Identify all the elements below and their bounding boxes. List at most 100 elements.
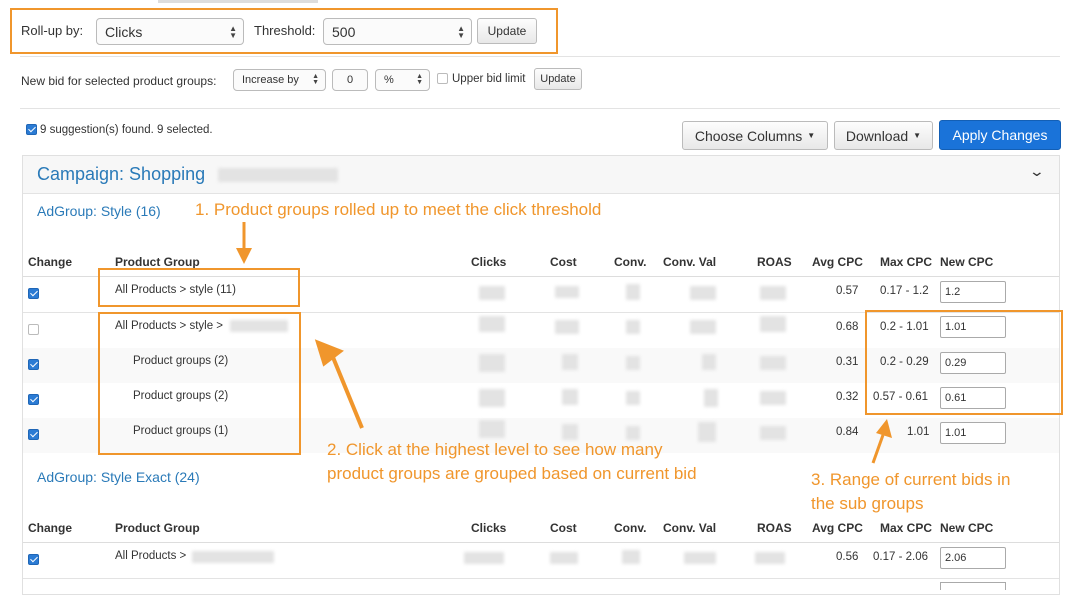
caret-down-icon: ▼ [807, 131, 816, 140]
redacted-value [760, 316, 786, 332]
avg-cpc-cell: 0.57 [836, 285, 859, 297]
avg-cpc-cell: 0.56 [836, 551, 859, 563]
caret-down-icon: ▼ [913, 131, 922, 140]
rollup-row-highlight-box [98, 268, 300, 307]
redacted-value [760, 391, 786, 405]
new-cpc-input[interactable] [940, 281, 1006, 303]
redacted-value [555, 320, 579, 334]
col-new-cpc: New CPC [940, 255, 994, 269]
partial-input [940, 582, 1006, 590]
col-conv: Conv. [614, 255, 647, 269]
choose-columns-button[interactable]: Choose Columns ▼ [682, 121, 828, 150]
new-cpc-input[interactable] [940, 547, 1006, 569]
select-all-checkbox[interactable] [26, 124, 37, 135]
annotation-2: 2. Click at the highest level to see how… [327, 438, 697, 486]
apply-changes-button[interactable]: Apply Changes [939, 120, 1061, 150]
redacted-value [690, 320, 716, 334]
newbid-mode-select[interactable]: Increase by ▲ ▼ [233, 69, 326, 91]
top-scroll-remnant [158, 0, 318, 3]
row-checkbox[interactable] [28, 288, 39, 299]
newbid-amount-value: 0 [346, 74, 354, 86]
divider [20, 56, 1060, 57]
redacted-campaign-name [218, 168, 338, 182]
redacted-value [192, 551, 274, 563]
bid-range-highlight-box [865, 310, 1063, 415]
download-label: Download [845, 127, 909, 144]
col-clicks: Clicks [471, 521, 507, 535]
redacted-value [479, 389, 505, 407]
annotation-3-line-1: 3. Range of current bids in [811, 470, 1011, 489]
col-avg-cpc: Avg CPC [812, 521, 863, 535]
max-cpc-cell: 1.01 [907, 426, 930, 438]
redacted-value [626, 320, 640, 334]
upper-bid-limit-checkbox[interactable] [437, 73, 448, 84]
col-cost: Cost [550, 255, 577, 269]
col-new-cpc: New CPC [940, 521, 994, 535]
select-arrows-icon: ▲ ▼ [416, 73, 423, 86]
col-product-group: Product Group [115, 255, 200, 269]
redacted-value [760, 426, 786, 440]
redacted-value [626, 391, 640, 405]
redacted-value [690, 286, 716, 300]
row-divider [23, 578, 1059, 579]
col-max-cpc: Max CPC [880, 255, 933, 269]
newbid-amount-input[interactable]: 0 [332, 69, 368, 91]
newbid-unit-select[interactable]: % ▲ ▼ [375, 69, 430, 91]
avg-cpc-cell: 0.68 [836, 321, 859, 333]
col-conv-val: Conv. Val [663, 521, 717, 535]
row-checkbox[interactable] [28, 359, 39, 370]
max-cpc-cell: 0.17 - 1.2 [880, 285, 929, 297]
campaign-title[interactable]: Campaign: Shopping [37, 164, 205, 185]
newbid-update-button[interactable]: Update [534, 68, 582, 90]
subgroups-highlight-box [98, 312, 301, 455]
download-button[interactable]: Download ▼ [834, 121, 933, 150]
avg-cpc-cell: 0.84 [836, 426, 859, 438]
adgroup-title[interactable]: AdGroup: Style Exact (24) [37, 469, 200, 485]
redacted-value [479, 286, 505, 300]
max-cpc-cell: 0.17 - 2.06 [873, 551, 928, 563]
newbid-unit-value: % [384, 74, 394, 86]
redacted-value [760, 286, 786, 300]
row-checkbox[interactable] [28, 394, 39, 405]
col-change: Change [28, 521, 73, 535]
redacted-value [562, 389, 578, 405]
col-max-cpc: Max CPC [880, 521, 933, 535]
collapse-chevron-icon[interactable]: ⌄ [1029, 163, 1045, 180]
redacted-value [626, 284, 640, 300]
col-conv: Conv. [614, 521, 647, 535]
newbid-mode-value: Increase by [242, 74, 299, 86]
redacted-value [626, 356, 640, 370]
avg-cpc-cell: 0.31 [836, 356, 859, 368]
redacted-value [555, 286, 579, 298]
redacted-value [562, 354, 578, 370]
suggestions-count: 9 suggestion(s) found. 9 selected. [40, 124, 213, 136]
col-clicks: Clicks [471, 255, 507, 269]
adgroup-title[interactable]: AdGroup: Style (16) [37, 203, 161, 219]
redacted-value [479, 354, 505, 372]
annotation-2-line-1: 2. Click at the highest level to see how… [327, 440, 663, 459]
product-group-cell[interactable]: All Products > [115, 550, 186, 562]
col-conv-val: Conv. Val [663, 255, 717, 269]
row-checkbox[interactable] [28, 429, 39, 440]
annotation-3-line-2: the sub groups [811, 494, 924, 513]
row-checkbox[interactable] [28, 324, 39, 335]
redacted-value [479, 316, 505, 332]
choose-columns-label: Choose Columns [694, 127, 803, 144]
col-product-group: Product Group [115, 521, 200, 535]
col-avg-cpc: Avg CPC [812, 255, 863, 269]
annotation-1: 1. Product groups rolled up to meet the … [195, 200, 602, 219]
row-checkbox[interactable] [28, 554, 39, 565]
redacted-value [622, 550, 640, 564]
redacted-value [464, 552, 504, 564]
redacted-value [704, 389, 718, 407]
redacted-value [755, 552, 785, 564]
upper-bid-limit-label: Upper bid limit [452, 73, 526, 85]
select-arrows-icon: ▲ ▼ [312, 73, 319, 86]
avg-cpc-cell: 0.32 [836, 391, 859, 403]
redacted-value [702, 354, 716, 370]
new-cpc-input[interactable] [940, 422, 1006, 444]
col-change: Change [28, 255, 73, 269]
redacted-value [698, 422, 716, 442]
annotation-3: 3. Range of current bids in the sub grou… [811, 468, 1010, 516]
col-cost: Cost [550, 521, 577, 535]
